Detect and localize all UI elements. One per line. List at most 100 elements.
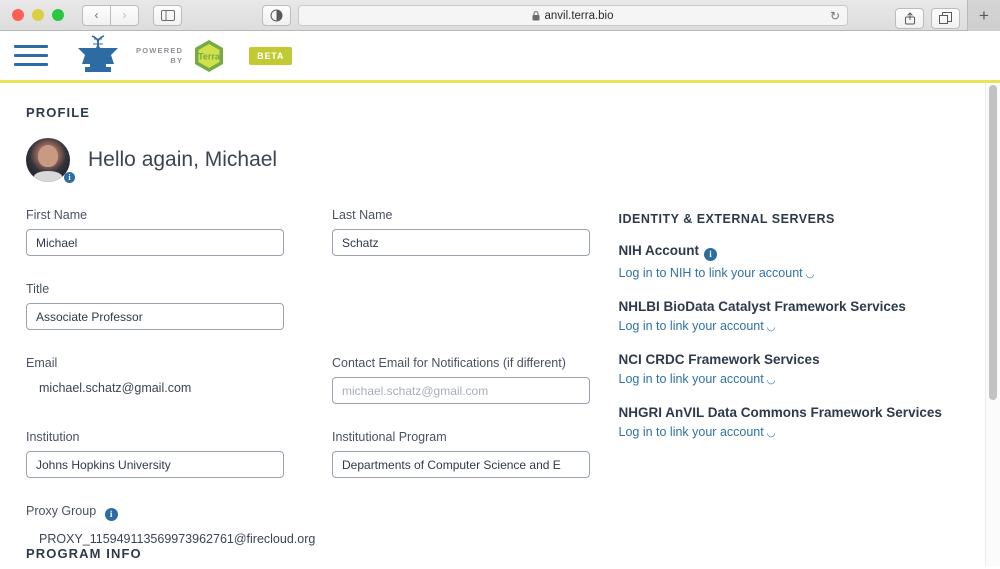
proxy-group-value: PROXY_115949113569973962761@firecloud.or… [39, 531, 316, 546]
contact-email-input[interactable] [332, 377, 590, 404]
server-entry-nih: NIH Account i Log in to NIH to link your … [619, 243, 975, 282]
title-field: Title [26, 282, 284, 330]
last-name-label: Last Name [332, 208, 393, 222]
institutional-program-field: Institutional Program [332, 430, 590, 478]
institution-label: Institution [26, 430, 80, 444]
address-bar-area: anvil.terra.bio ↻ [262, 5, 848, 26]
toolbar-right-buttons: + [895, 0, 1000, 31]
brand-area: POWERED BY Terra BETA [70, 34, 293, 78]
profile-form: First Name Last Name Title [26, 208, 619, 566]
url-bar[interactable]: anvil.terra.bio ↻ [298, 5, 848, 26]
powered-by-line2: BY [170, 55, 184, 65]
server-entry-nhlbi: NHLBI BioData Catalyst Framework Service… [619, 299, 975, 335]
institutional-program-label: Institutional Program [332, 430, 447, 444]
window-controls [8, 9, 64, 21]
server-name: NCI CRDC Framework Services [618, 351, 820, 367]
server-name: NHLBI BioData Catalyst Framework Service… [618, 298, 906, 314]
terra-logo-icon[interactable]: Terra [193, 39, 225, 73]
proxy-group-field: Proxy Group i PROXY_11594911356997396276… [26, 504, 619, 546]
reader-view-button[interactable] [262, 5, 291, 26]
minimize-window-button[interactable] [32, 9, 44, 21]
close-window-button[interactable] [12, 9, 24, 21]
powered-by-text: POWERED BY [136, 46, 183, 65]
server-login-link[interactable]: Log in to link your account ◡ [619, 372, 776, 386]
share-icon [904, 11, 915, 24]
last-name-input[interactable] [332, 229, 590, 256]
external-link-icon: ◡ [805, 268, 815, 280]
name-row: First Name Last Name [26, 208, 619, 282]
server-login-link-text: Log in to link your account [618, 424, 764, 439]
external-link-icon: ◡ [766, 321, 776, 333]
avatar-info-badge[interactable]: i [64, 172, 75, 183]
contact-email-field: Contact Email for Notifications (if diff… [332, 356, 590, 404]
proxy-group-label: Proxy Group i [26, 504, 619, 521]
url-text: anvil.terra.bio [544, 9, 614, 22]
forward-button[interactable]: › [110, 4, 139, 26]
server-name: NHGRI AnVIL Data Commons Framework Servi… [618, 404, 942, 420]
first-name-label: First Name [26, 208, 88, 222]
server-login-link[interactable]: Log in to link your account ◡ [619, 425, 776, 439]
back-button[interactable]: ‹ [82, 4, 111, 26]
external-link-icon: ◡ [766, 374, 776, 386]
page-body: PROFILE i Hello again, Michael First Nam… [0, 83, 1000, 566]
server-name: NIH Account i [619, 243, 975, 261]
lock-icon [532, 10, 540, 20]
server-entry-nhgri: NHGRI AnVIL Data Commons Framework Servi… [619, 405, 975, 441]
server-name-text: NIH Account [618, 243, 700, 258]
identity-panel-title: IDENTITY & EXTERNAL SERVERS [618, 212, 835, 226]
greeting-text: Hello again, Michael [88, 148, 278, 171]
program-info-title: PROGRAM INFO [26, 546, 142, 561]
page-content: PROFILE i Hello again, Michael First Nam… [0, 83, 1000, 566]
reload-button[interactable]: ↻ [830, 10, 840, 22]
hamburger-line [14, 63, 48, 66]
sidebar-icon [160, 9, 175, 21]
server-login-link-text: Log in to NIH to link your account [618, 265, 803, 280]
scrollbar-thumb[interactable] [989, 85, 997, 400]
first-name-input[interactable] [26, 229, 284, 256]
tab-overview-icon [939, 12, 952, 24]
reader-view-icon [270, 9, 283, 22]
page-scrollbar[interactable] [985, 83, 1000, 566]
browser-toolbar: ‹ › anvil.terra.bio ↻ + [0, 0, 1000, 31]
new-tab-button[interactable]: + [967, 0, 1000, 31]
institution-field: Institution [26, 430, 284, 478]
page-title: PROFILE [26, 105, 91, 120]
institutional-program-input[interactable] [332, 451, 590, 478]
greeting-row: i Hello again, Michael [26, 138, 974, 183]
tab-overview-button[interactable] [931, 7, 960, 29]
navigation-buttons: ‹ › [82, 4, 139, 26]
contact-email-label: Contact Email for Notifications (if diff… [332, 356, 566, 370]
server-login-link[interactable]: Log in to link your account ◡ [619, 319, 776, 333]
profile-columns: First Name Last Name Title [26, 208, 974, 566]
app-header: POWERED BY Terra BETA [0, 31, 1000, 83]
external-link-icon: ◡ [766, 427, 776, 439]
identity-panel: IDENTITY & EXTERNAL SERVERS NIH Account i… [619, 208, 975, 566]
url-text-wrap: anvil.terra.bio [532, 9, 614, 22]
proxy-group-label-text: Proxy Group [26, 504, 97, 518]
hamburger-menu-icon[interactable] [14, 45, 48, 66]
title-label: Title [26, 282, 50, 296]
powered-by-line1: POWERED [136, 46, 184, 56]
avatar[interactable]: i [26, 138, 75, 183]
server-entry-nci: NCI CRDC Framework Services Log in to li… [619, 352, 975, 388]
first-name-field: First Name [26, 208, 284, 256]
nih-account-info-icon[interactable]: i [704, 247, 717, 261]
email-label: Email [26, 356, 58, 370]
anvil-logo[interactable] [70, 34, 126, 78]
maximize-window-button[interactable] [52, 9, 64, 21]
server-login-link-text: Log in to link your account [618, 371, 764, 386]
institution-input[interactable] [26, 451, 284, 478]
email-value: michael.schatz@gmail.com [39, 381, 192, 395]
institution-row: Institution Institutional Program [26, 430, 619, 504]
server-login-link-text: Log in to link your account [618, 318, 764, 333]
email-row: Email michael.schatz@gmail.com Contact E… [26, 356, 619, 430]
server-login-link[interactable]: Log in to NIH to link your account ◡ [619, 266, 815, 280]
hamburger-line [14, 54, 48, 57]
title-input[interactable] [26, 303, 284, 330]
hamburger-line [14, 45, 48, 48]
proxy-group-info-icon[interactable]: i [104, 507, 118, 521]
beta-badge: BETA [249, 46, 293, 65]
title-row: Title [26, 282, 619, 356]
share-button[interactable] [895, 7, 924, 29]
sidebar-toggle-button[interactable] [153, 4, 182, 26]
